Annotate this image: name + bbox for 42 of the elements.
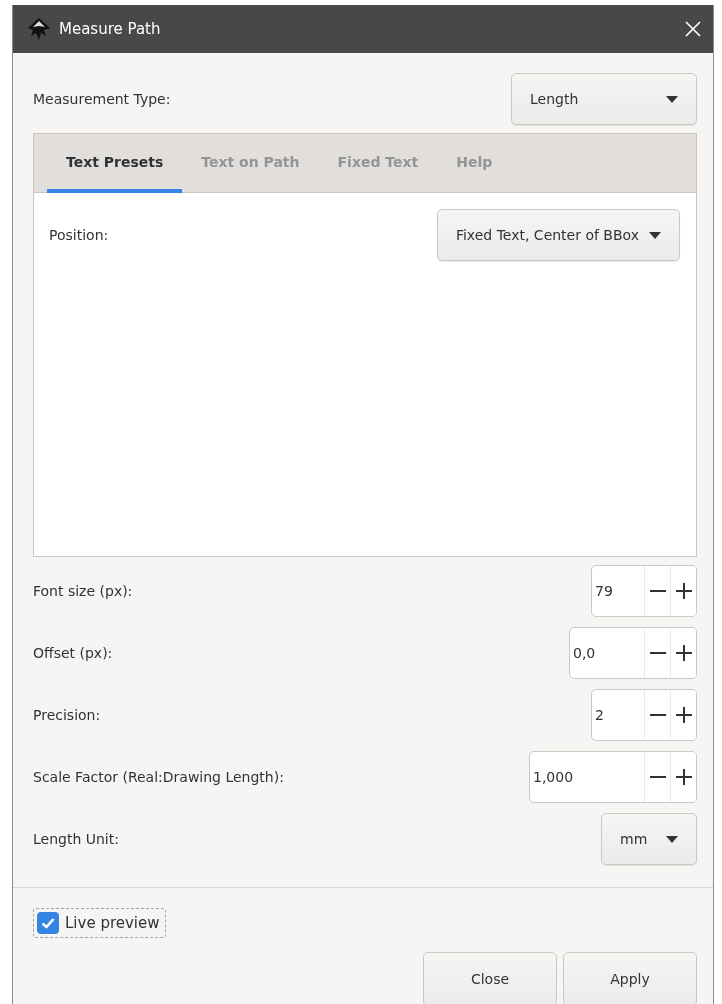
field-label: Scale Factor (Real:Drawing Length):	[33, 769, 284, 785]
input-field[interactable]: 2	[592, 690, 644, 740]
plus-icon	[675, 645, 692, 661]
spin-box[interactable]: 0,0	[569, 627, 697, 679]
caret-icon	[649, 231, 661, 239]
dropdown-button[interactable]: mm	[601, 813, 697, 865]
caret-icon	[666, 95, 678, 103]
minus-icon	[649, 714, 666, 716]
app-logo-icon	[27, 18, 51, 40]
minus-icon	[649, 776, 666, 778]
increment-button[interactable]	[670, 628, 696, 678]
field-label: Length Unit:	[33, 831, 119, 847]
field-label: Measurement Type:	[33, 91, 171, 107]
tab[interactable]: Text Presets	[47, 134, 183, 193]
dropdown-button[interactable]: Fixed Text, Center of BBox	[436, 209, 680, 261]
plus-icon	[675, 707, 692, 723]
field-label: Precision:	[33, 707, 101, 723]
input-field[interactable]: 1,000	[530, 752, 644, 802]
plus-icon	[675, 769, 692, 785]
dropdown-button[interactable]: Length	[511, 73, 697, 125]
minus-icon	[649, 590, 666, 592]
window-title: Measure Path	[59, 20, 162, 38]
input-field[interactable]: 0,0	[570, 628, 644, 678]
checkmark-icon	[41, 917, 55, 929]
dialog-button[interactable]: Apply	[563, 952, 697, 1004]
increment-button[interactable]	[670, 566, 696, 616]
increment-button[interactable]	[670, 690, 696, 740]
spin-box[interactable]: 2	[591, 689, 697, 741]
increment-button[interactable]	[670, 752, 696, 802]
minus-icon	[649, 652, 666, 654]
caret-icon	[666, 835, 678, 843]
plus-icon	[675, 583, 692, 599]
field-label: Position:	[49, 227, 109, 243]
field-label: Offset (px):	[33, 645, 113, 661]
spin-box[interactable]: 1,000	[529, 751, 697, 803]
field-label: Font size (px):	[33, 583, 133, 599]
live-preview-checkbox[interactable]: Live preview	[33, 908, 166, 938]
input-field[interactable]: 79	[592, 566, 644, 616]
dialog-button[interactable]: Close	[423, 952, 557, 1004]
checkbox[interactable]	[37, 912, 59, 934]
spin-box[interactable]: 79	[591, 565, 697, 617]
close-icon[interactable]	[685, 21, 701, 37]
